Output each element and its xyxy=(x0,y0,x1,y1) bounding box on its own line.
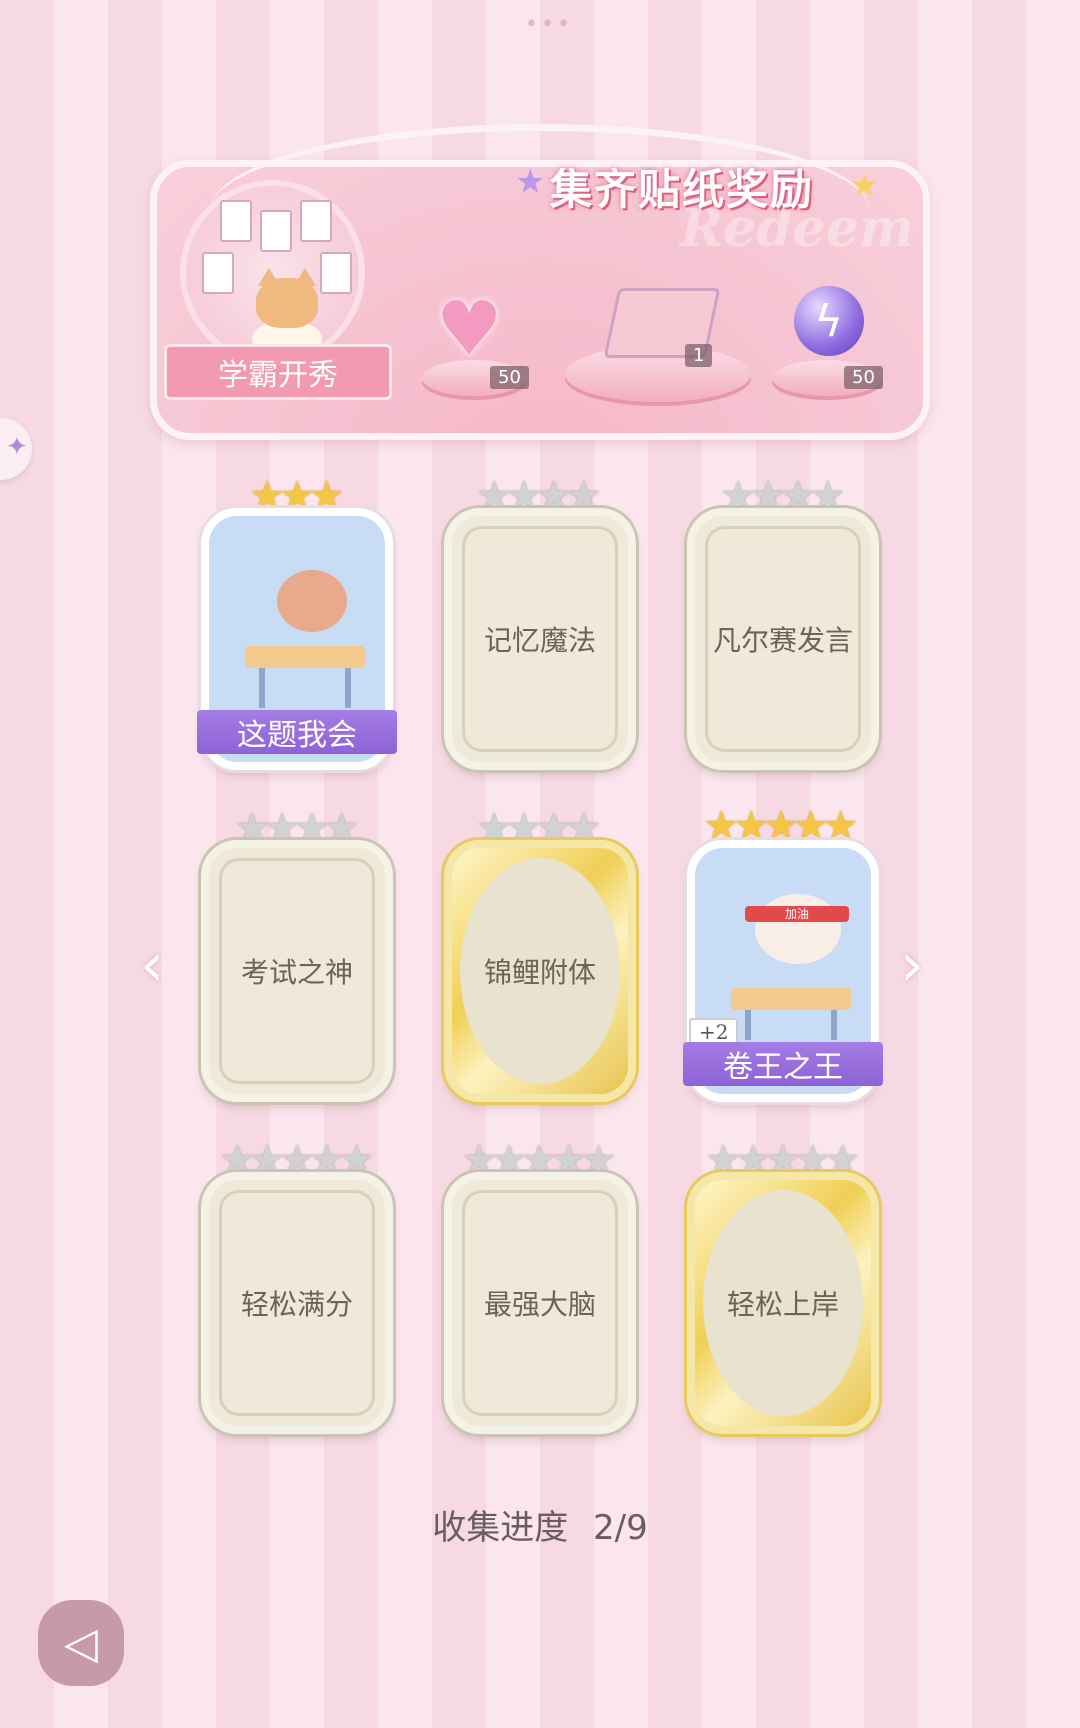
headband: 加油 xyxy=(745,906,849,922)
desk-icon xyxy=(731,988,851,1010)
desk-leg xyxy=(345,668,351,708)
back-button[interactable]: ◁ xyxy=(38,1600,124,1686)
card-label: 卷王之王 xyxy=(683,1042,883,1086)
paper-icon xyxy=(260,210,292,252)
card-name: 考试之神 xyxy=(240,956,353,989)
reward-count: 1 xyxy=(685,344,713,367)
reward-lightning-orb[interactable]: ϟ 50 xyxy=(772,280,892,400)
sticker-card-locked[interactable]: 考试之神 xyxy=(201,840,393,1102)
bear-icon xyxy=(277,570,347,632)
sticker-card-locked[interactable]: 轻松满分 xyxy=(201,1172,393,1434)
sticker-card-locked[interactable]: 记忆魔法 xyxy=(444,508,636,770)
card-name: 凡尔赛发言 xyxy=(712,624,853,657)
purple-star-icon: ★ xyxy=(515,162,546,202)
lightning-icon: ϟ xyxy=(814,296,844,347)
sticker-card-locked-gold[interactable]: 锦鲤附体 xyxy=(444,840,636,1102)
paper-icon xyxy=(202,252,234,294)
paper-icon xyxy=(320,252,352,294)
desk-leg xyxy=(745,1010,751,1040)
hero-label: 学霸开秀 xyxy=(164,344,392,400)
card-frame: 凡尔赛发言 xyxy=(705,526,861,752)
cat-icon xyxy=(256,278,318,328)
paper-icon xyxy=(220,200,252,242)
sticker-card-owned[interactable]: 加油 +2 卷王之王 xyxy=(683,840,883,1102)
collection-progress: 收集进度 2/9 xyxy=(0,1500,1080,1549)
reward-count: 50 xyxy=(844,366,883,389)
sticker-card-locked[interactable]: 最强大脑 xyxy=(444,1172,636,1434)
card-frame: 轻松满分 xyxy=(219,1190,375,1416)
card-frame: 考试之神 xyxy=(219,858,375,1084)
card-name: 锦鲤附体 xyxy=(483,956,596,989)
reward-count: 50 xyxy=(490,366,529,389)
desk-leg xyxy=(831,1010,837,1040)
sticker-card-owned[interactable]: 这题我会 xyxy=(197,508,397,770)
back-arrow-icon: ◁ xyxy=(64,1617,98,1669)
card-name: 轻松满分 xyxy=(240,1288,353,1321)
next-page-arrow[interactable]: › xyxy=(900,930,924,1000)
side-menu-button[interactable]: ✦ xyxy=(0,418,32,480)
feather-icon: ✦ xyxy=(6,432,28,462)
reward-banner: Redeem ★ 集齐贴纸奖励 ★ 学霸开秀 ♥ 50 1 ϟ 50 xyxy=(150,120,930,440)
sticker-card-locked-gold[interactable]: 轻松上岸 xyxy=(687,1172,879,1434)
card-frame: 最强大脑 xyxy=(462,1190,618,1416)
reward-gift-box[interactable]: 1 xyxy=(565,260,755,402)
card-label: 这题我会 xyxy=(197,710,397,754)
card-frame: 轻松上岸 xyxy=(703,1190,863,1416)
banner-title: 集齐贴纸奖励 xyxy=(550,165,815,214)
card-name: 最强大脑 xyxy=(483,1288,596,1321)
progress-value: 2/9 xyxy=(593,1508,648,1548)
paper-icon xyxy=(300,200,332,242)
card-frame: 记忆魔法 xyxy=(462,526,618,752)
lightning-orb-icon: ϟ xyxy=(794,286,864,356)
card-name: 记忆魔法 xyxy=(483,624,596,657)
desk-leg xyxy=(259,668,265,708)
yellow-star-icon: ★ xyxy=(850,166,879,204)
card-frame: 锦鲤附体 xyxy=(460,858,620,1084)
hero-image xyxy=(180,180,365,365)
sticker-card-locked[interactable]: 凡尔赛发言 xyxy=(687,508,879,770)
progress-label: 收集进度 xyxy=(432,1508,569,1548)
prev-page-arrow[interactable]: ‹ xyxy=(140,930,164,1000)
desk-icon xyxy=(245,646,365,668)
cat-icon xyxy=(755,894,841,964)
card-name: 轻松上岸 xyxy=(726,1288,839,1321)
drag-handle[interactable]: ••• xyxy=(525,12,573,37)
reward-heart-gem[interactable]: ♥ 50 xyxy=(422,290,532,400)
heart-gem-icon: ♥ xyxy=(436,286,503,372)
